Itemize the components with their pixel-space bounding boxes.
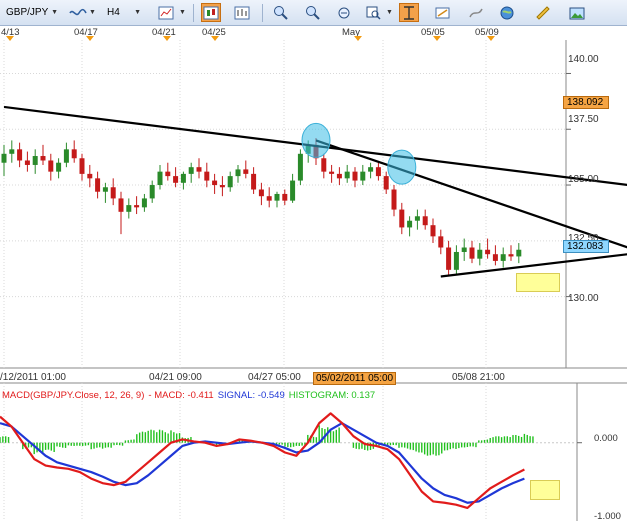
annotation-note[interactable] (530, 480, 560, 500)
macd-lines (0, 412, 525, 510)
candle-body (383, 176, 389, 190)
price-label: 140.00 (568, 54, 599, 65)
histogram-value: HISTOGRAM: 0.137 (288, 390, 376, 401)
signal-value: SIGNAL: -0.549 (217, 390, 285, 401)
candle-body (422, 216, 428, 226)
macd-header: MACD(GBP/JPY.Close, 12, 26, 9) - MACD: -0… (2, 390, 379, 401)
candle-body (17, 149, 23, 161)
candle-body (173, 176, 179, 183)
candle-body (360, 171, 366, 181)
candle-body (126, 205, 132, 212)
candle-body (352, 171, 358, 181)
candle-body (368, 167, 374, 172)
candle-body (508, 254, 514, 257)
candle-body (227, 176, 233, 188)
candle-body (391, 189, 397, 210)
macd-histogram (0, 425, 534, 456)
steep-resistance-trendline (315, 139, 627, 249)
chart-canvas[interactable] (0, 0, 627, 521)
candle-body (469, 247, 475, 259)
macd-axis-zero: 0.000 (594, 433, 618, 444)
candle-body (56, 162, 62, 172)
time-label: 04/27 05:00 (248, 372, 301, 383)
time-label: /12/2011 01:00 (0, 372, 66, 383)
candle-body (1, 153, 7, 163)
candle-body (9, 149, 15, 154)
candle-body (321, 158, 327, 172)
candle-body (196, 167, 202, 172)
candle-body (134, 205, 140, 208)
candle-body (243, 169, 249, 174)
candle-body (399, 209, 405, 228)
candle-body (375, 167, 381, 177)
candle-body (24, 160, 30, 165)
candle-body (219, 185, 225, 188)
candle-body (492, 254, 498, 261)
candle-body (414, 216, 420, 221)
crosshair-time-label: 05/02/2011 05:00 (313, 372, 397, 385)
candle-body (516, 249, 522, 257)
candle-body (180, 173, 186, 183)
candle-body (446, 247, 452, 270)
candle-body (453, 251, 459, 270)
candle-body (95, 178, 101, 192)
candle-body (430, 225, 436, 237)
candle-body (290, 180, 296, 201)
candle-series (1, 138, 522, 277)
candle-body (266, 196, 272, 201)
candle-body (157, 171, 163, 186)
macd-line (0, 412, 525, 510)
candle-body (274, 193, 280, 201)
candle-body (110, 187, 116, 199)
price-label: 130.00 (568, 293, 599, 304)
time-label: 05/08 21:00 (452, 372, 505, 383)
candle-body (40, 156, 46, 161)
candle-body (212, 180, 218, 186)
candle-body (149, 185, 155, 199)
candle-body (79, 158, 85, 174)
candle-body (297, 153, 303, 181)
candle-body (71, 149, 77, 159)
candle-body (188, 167, 194, 174)
candle-body (407, 220, 413, 228)
candle-body (282, 193, 288, 201)
candle-body (258, 189, 264, 197)
candle-body (204, 171, 210, 181)
macd-axis-low: -1.000 (594, 511, 621, 522)
touch-point-highlight (301, 122, 331, 158)
current-price-tag: 132.083 (563, 240, 609, 253)
candle-body (438, 236, 444, 248)
price-label: 137.50 (568, 114, 599, 125)
macd-title: MACD(GBP/JPY.Close, 12, 26, 9) (2, 390, 145, 401)
candle-body (461, 247, 467, 252)
signal-line (0, 422, 525, 504)
candle-body (102, 187, 108, 192)
candle-body (329, 171, 335, 174)
candle-body (141, 198, 147, 208)
candle-body (87, 173, 93, 179)
candle-body (48, 160, 54, 172)
candle-body (63, 149, 69, 163)
candle-body (165, 171, 171, 177)
candle-body (235, 169, 241, 177)
candle-body (32, 156, 38, 165)
macd-value: - MACD: -0.411 (148, 390, 214, 401)
candle-body (500, 254, 506, 261)
time-label: 04/21 09:00 (149, 372, 202, 383)
upper-price-tag: 138.092 (563, 96, 609, 109)
candle-body (336, 173, 342, 179)
candle-body (118, 198, 124, 212)
candle-body (485, 249, 491, 255)
touch-point-highlight (387, 149, 417, 185)
candle-body (344, 171, 350, 179)
candle-body (251, 173, 257, 190)
candle-body (477, 249, 483, 259)
annotation-note[interactable] (516, 273, 560, 292)
price-label: 135.00 (568, 174, 599, 185)
